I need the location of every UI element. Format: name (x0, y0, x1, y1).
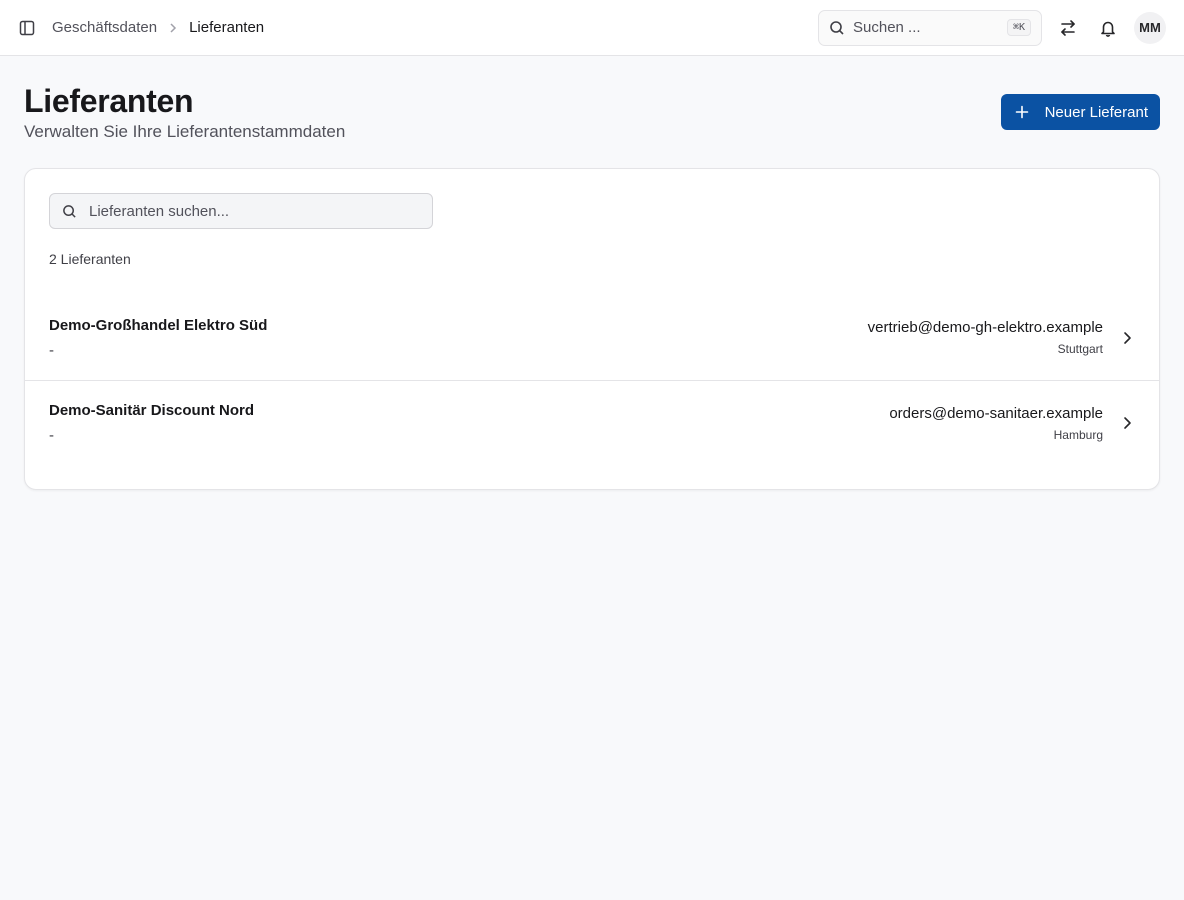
page-header: Lieferanten Verwalten Sie Ihre Lieferant… (24, 80, 1160, 142)
supplier-city: Hamburg (1053, 427, 1103, 442)
sidebar-toggle-icon[interactable] (16, 17, 38, 39)
supplier-city: Stuttgart (1057, 342, 1103, 356)
page-title: Lieferanten (24, 83, 194, 119)
supplier-name: Demo-Sanitär Discount Nord (49, 402, 255, 419)
chevron-right-icon (167, 22, 179, 34)
list-item[interactable]: Demo-Sanitär Discount Nord - orders@demo… (25, 380, 1159, 465)
breadcrumb-parent-link[interactable]: Geschäftsdaten (52, 19, 157, 36)
supplier-email: orders@demo-sanitaer.example (889, 404, 1103, 422)
keyboard-shortcut-badge: ⌘K (1006, 19, 1031, 36)
supplier-email: vertrieb@demo-gh-elektro.example (867, 319, 1103, 336)
new-supplier-label: Neuer Lieferant (1044, 103, 1148, 121)
chevron-right-icon (1119, 330, 1135, 346)
supplier-count: 2 Lieferanten (49, 251, 131, 267)
list-item[interactable]: Demo-Großhandel Elektro Süd - vertrieb@d… (25, 295, 1159, 380)
supplier-search-field (49, 193, 433, 229)
search-icon (829, 20, 845, 36)
plus-icon (1015, 105, 1029, 119)
new-supplier-button[interactable]: Neuer Lieferant (1000, 94, 1160, 130)
breadcrumb-current: Lieferanten (189, 19, 265, 36)
main-content: Lieferanten Verwalten Sie Ihre Lieferant… (0, 56, 1184, 490)
breadcrumb: Geschäftsdaten Lieferanten (52, 19, 264, 36)
switch-arrows-icon[interactable] (1050, 10, 1086, 46)
bell-icon[interactable] (1090, 10, 1126, 46)
user-avatar[interactable]: MM (1134, 11, 1166, 44)
chevron-right-icon (1119, 415, 1135, 431)
supplier-subtitle: - (49, 341, 54, 359)
search-icon (62, 204, 77, 219)
supplier-search-input[interactable] (89, 202, 420, 220)
supplier-list: Demo-Großhandel Elektro Süd - vertrieb@d… (25, 295, 1159, 465)
top-bar: Geschäftsdaten Lieferanten Suchen ... ⌘K… (0, 0, 1184, 56)
page-subtitle: Verwalten Sie Ihre Lieferantenstammdaten (24, 122, 346, 141)
global-search-button[interactable]: Suchen ... ⌘K (818, 9, 1042, 46)
supplier-list-card: 2 Lieferanten Demo-Großhandel Elektro Sü… (24, 168, 1160, 490)
supplier-subtitle: - (49, 427, 54, 444)
global-search-placeholder: Suchen ... (853, 19, 921, 36)
supplier-name: Demo-Großhandel Elektro Süd (49, 316, 268, 334)
